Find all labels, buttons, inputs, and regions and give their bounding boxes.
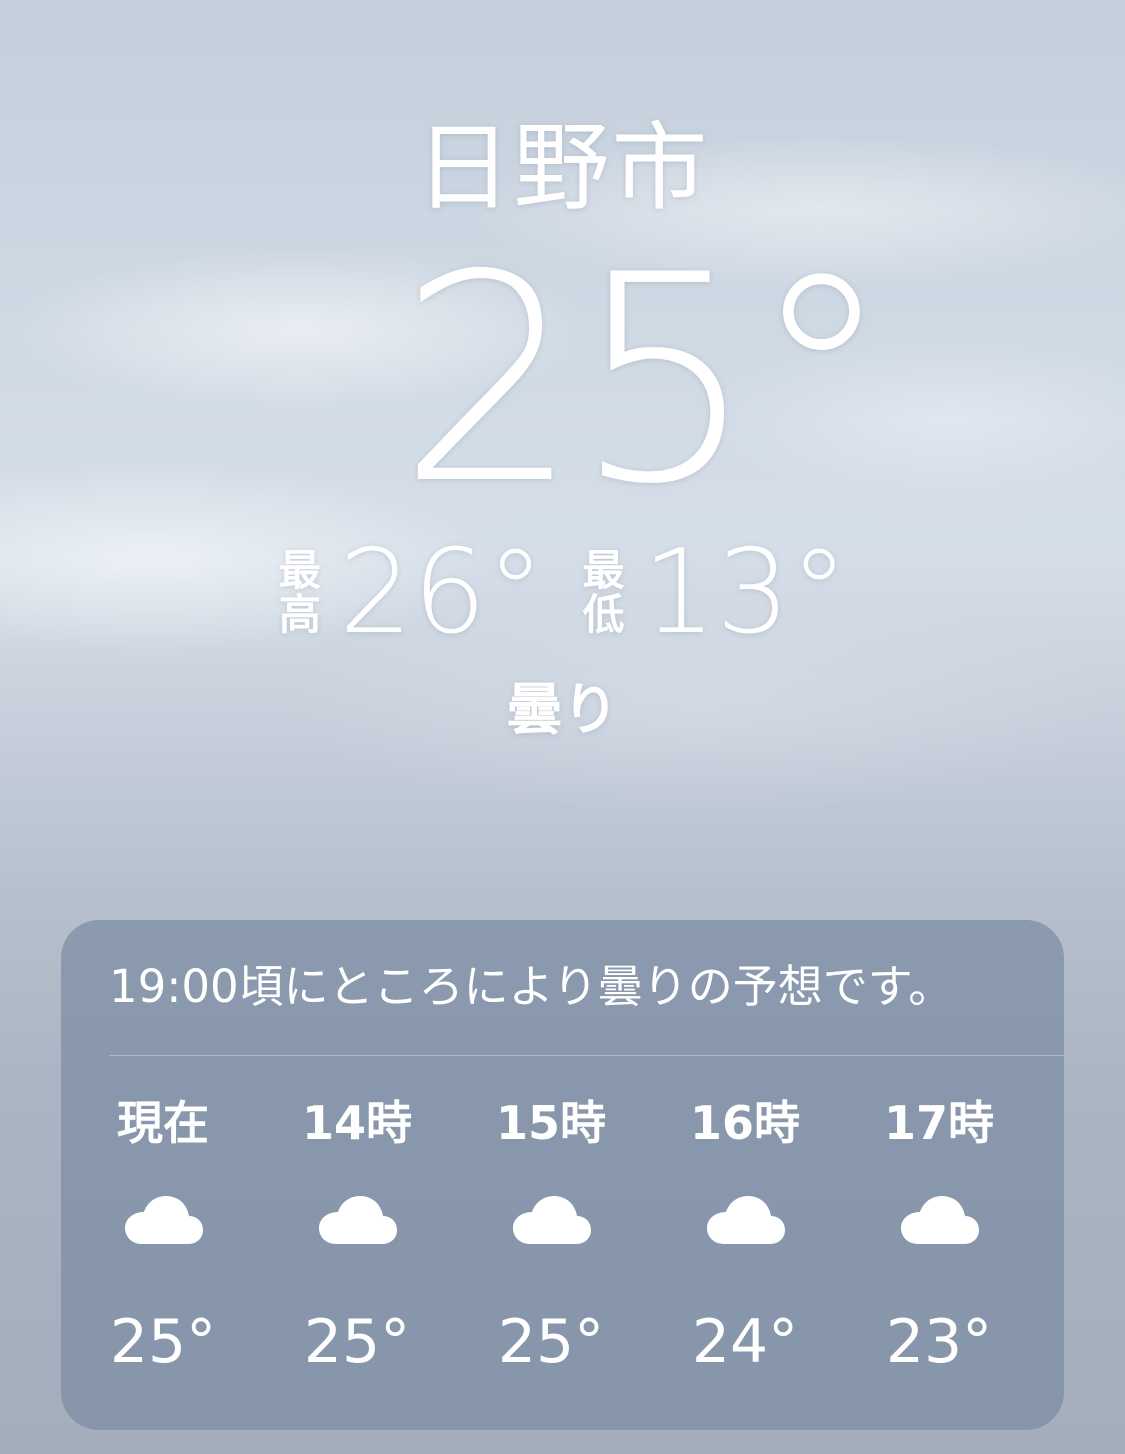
cloud-icon [707, 1196, 785, 1244]
city-name: 日野市 [415, 112, 710, 224]
cloud-icon [125, 1196, 203, 1244]
hourly-forecast-panel[interactable]: 19:00頃にところにより曇りの予想です。 現在 25° 14時 25° 15時… [61, 920, 1064, 1430]
hourly-forecast-list[interactable]: 現在 25° 14時 25° 15時 25° 16時 24° 17時 23° [66, 1090, 1060, 1400]
hourly-item-16: 16時 24° [648, 1090, 842, 1400]
hourly-item-now: 現在 25° [66, 1090, 260, 1400]
hour-temperature: 23° [885, 1307, 993, 1377]
hour-temperature: 25° [109, 1307, 217, 1377]
hour-label: 現在 [117, 1096, 209, 1150]
high-label: 最 高 [277, 549, 323, 637]
hour-temperature: 25° [303, 1307, 411, 1377]
hour-temperature: 25° [497, 1307, 605, 1377]
low-label-char-2: 低 [582, 590, 625, 639]
hourly-item-17: 17時 23° [842, 1090, 1036, 1400]
cloud-icon [901, 1196, 979, 1244]
cloud-icon [319, 1196, 397, 1244]
high-temperature: 26° [338, 525, 545, 660]
high-label-char-2: 高 [278, 590, 321, 639]
high-temperature-group: 最 高 26° [277, 528, 545, 658]
weather-condition: 曇り [506, 678, 619, 743]
high-label-char-1: 最 [278, 546, 321, 595]
panel-divider [109, 1055, 1064, 1056]
hour-label: 15時 [495, 1096, 606, 1150]
cloud-icon [513, 1196, 591, 1244]
hour-label: 17時 [883, 1096, 994, 1150]
hourly-item-14: 14時 25° [260, 1090, 454, 1400]
hourly-item-15: 15時 25° [454, 1090, 648, 1400]
high-low-temperatures: 最 高 26° 最 低 13° [0, 528, 1125, 658]
current-temperature: 25° [398, 215, 893, 547]
hour-temperature: 24° [691, 1307, 799, 1377]
hour-label: 14時 [301, 1096, 412, 1150]
forecast-summary: 19:00頃にところにより曇りの予想です。 [109, 960, 954, 1013]
low-temperature: 13° [642, 525, 849, 660]
low-label: 最 低 [581, 549, 627, 637]
hour-label: 16時 [689, 1096, 800, 1150]
low-label-char-1: 最 [582, 546, 625, 595]
current-weather-header: 日野市 25° 最 高 26° 最 低 13° 曇り [0, 0, 1125, 900]
low-temperature-group: 最 低 13° [581, 525, 849, 660]
